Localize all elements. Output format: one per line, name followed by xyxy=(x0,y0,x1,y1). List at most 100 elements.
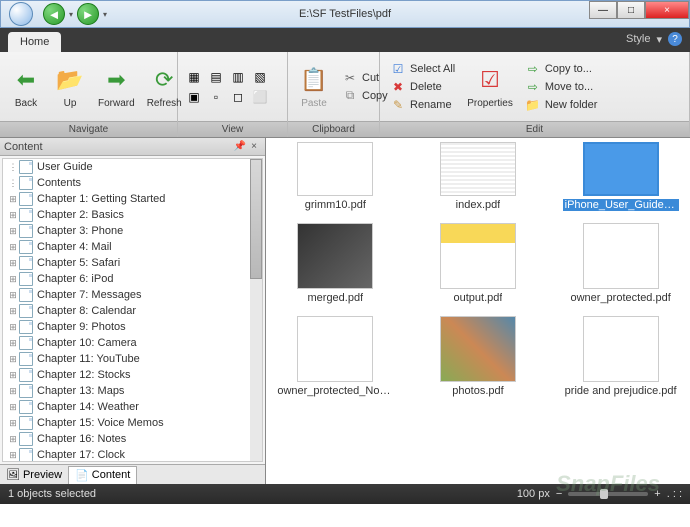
file-item[interactable]: index.pdf xyxy=(420,142,536,211)
help-icon[interactable]: ? xyxy=(668,32,682,46)
tree-expand-icon[interactable]: ⊞ xyxy=(7,226,19,237)
style-dropdown-icon[interactable]: ▾ xyxy=(656,33,662,46)
tree-expand-icon[interactable]: ⊞ xyxy=(7,258,19,269)
page-icon xyxy=(19,224,33,238)
view-large-button[interactable]: ⬜ xyxy=(250,87,270,107)
rename-button[interactable]: ✎ Rename xyxy=(386,96,459,114)
view-details-button[interactable]: ▧ xyxy=(250,67,270,87)
file-thumbnail xyxy=(583,223,659,289)
back-button[interactable]: ⬅ Back xyxy=(6,62,46,111)
tree-item[interactable]: ⊞Chapter 1: Getting Started xyxy=(3,191,250,207)
tree-expand-icon[interactable]: ⊞ xyxy=(7,434,19,445)
tree-scroll-thumb[interactable] xyxy=(250,159,262,279)
navigate-group-label: Navigate xyxy=(0,121,177,137)
tree-item[interactable]: ⊞Chapter 11: YouTube xyxy=(3,351,250,367)
close-button[interactable]: × xyxy=(645,1,689,19)
content-tree[interactable]: ⋮User Guide⋮Contents⊞Chapter 1: Getting … xyxy=(2,158,263,462)
tree-expand-icon[interactable]: ⊞ xyxy=(7,338,19,349)
tree-expand-icon[interactable]: ⊞ xyxy=(7,274,19,285)
view-list-button[interactable]: ▥ xyxy=(228,67,248,87)
file-item[interactable]: photos.pdf xyxy=(420,316,536,397)
delete-button[interactable]: ✖ Delete xyxy=(386,78,459,96)
tree-item[interactable]: ⊞Chapter 15: Voice Memos xyxy=(3,415,250,431)
minimize-button[interactable]: — xyxy=(589,1,617,19)
view-medium-button[interactable]: ◻ xyxy=(228,87,248,107)
tree-expand-icon[interactable]: ⊞ xyxy=(7,306,19,317)
file-grid[interactable]: grimm10.pdf index.pdf iPhone_User_Guide.pd… xyxy=(266,138,690,484)
file-thumbnail xyxy=(440,142,516,196)
tab-bar: Home Style ▾ ? xyxy=(0,28,690,52)
file-item[interactable]: output.pdf xyxy=(420,223,536,304)
tree-expand-icon[interactable]: ⊞ xyxy=(7,386,19,397)
view-thumb-button[interactable]: ▣ xyxy=(184,87,204,107)
rename-icon: ✎ xyxy=(390,97,406,113)
preview-tab[interactable]: 🖼 Preview xyxy=(0,466,68,483)
file-item[interactable]: pride and prejudice.pdf xyxy=(563,316,679,397)
tree-expand-icon[interactable]: ⊞ xyxy=(7,418,19,429)
tree-item[interactable]: ⊞Chapter 17: Clock xyxy=(3,447,250,462)
tree-expand-icon[interactable]: ⊞ xyxy=(7,210,19,221)
tree-expand-icon[interactable]: ⊞ xyxy=(7,194,19,205)
select-all-button[interactable]: ☑ Select All xyxy=(386,60,459,78)
file-thumbnail xyxy=(440,316,516,382)
forward-button[interactable]: ➡ Forward xyxy=(94,62,139,111)
tree-expand-icon[interactable]: ⊞ xyxy=(7,402,19,413)
tree-item[interactable]: ⊞Chapter 4: Mail xyxy=(3,239,250,255)
select-all-icon: ☑ xyxy=(390,61,406,77)
up-button[interactable]: 📂 Up xyxy=(50,62,90,111)
nav-back-dropdown[interactable]: ▾ xyxy=(69,10,73,19)
refresh-icon: ⟳ xyxy=(148,64,180,96)
tab-home[interactable]: Home xyxy=(8,32,61,52)
tree-item[interactable]: ⊞Chapter 3: Phone xyxy=(3,223,250,239)
file-item[interactable]: iPhone_User_Guide.pdf xyxy=(563,142,679,211)
refresh-label: Refresh xyxy=(147,98,182,109)
zoom-in-icon[interactable]: + xyxy=(654,488,660,500)
zoom-slider[interactable] xyxy=(568,492,648,496)
copy-to-button[interactable]: ⇨ Copy to... xyxy=(521,60,602,78)
tree-item[interactable]: ⊞ Chapter 12: Stocks xyxy=(3,367,250,383)
zoom-slider-thumb[interactable] xyxy=(600,489,608,499)
nav-forward-dropdown[interactable]: ▾ xyxy=(103,10,107,19)
view-tiles-button[interactable]: ▤ xyxy=(206,67,226,87)
zoom-control[interactable]: 100 px − + . : : xyxy=(517,488,682,500)
tree-expand-icon[interactable]: ⊞ xyxy=(7,242,19,253)
tree-item[interactable]: ⊞Chapter 10: Camera xyxy=(3,335,250,351)
tree-expand-icon[interactable]: ⊞ xyxy=(7,450,19,461)
panel-pin-icon[interactable]: 📌 xyxy=(233,140,247,154)
tree-item[interactable]: ⊞Chapter 14: Weather xyxy=(3,399,250,415)
tree-item[interactable]: ⊞Chapter 13: Maps xyxy=(3,383,250,399)
maximize-button[interactable]: □ xyxy=(617,1,645,19)
tree-expand-icon[interactable]: ⊞ xyxy=(7,354,19,365)
tree-item[interactable]: ⊞Chapter 5: Safari xyxy=(3,255,250,271)
tree-expand-icon[interactable]: ⊞ xyxy=(7,290,19,301)
content-panel: Content 📌 × ⋮User Guide⋮Contents⊞Chapter… xyxy=(0,138,266,484)
new-folder-button[interactable]: 📁 New folder xyxy=(521,96,602,114)
nav-back-button[interactable]: ◄ xyxy=(43,3,65,25)
file-item[interactable]: owner_protected.pdf xyxy=(563,223,679,304)
tree-item[interactable]: ⊞Chapter 2: Basics xyxy=(3,207,250,223)
file-item[interactable]: owner_protected_NoRes... xyxy=(277,316,393,397)
tree-item-label: Chapter 12: Stocks xyxy=(37,369,131,381)
tree-item[interactable]: ⊞Chapter 7: Messages xyxy=(3,287,250,303)
nav-forward-button[interactable]: ► xyxy=(77,3,99,25)
properties-button[interactable]: ☑ Properties xyxy=(463,62,517,111)
tree-scrollbar[interactable] xyxy=(250,159,262,461)
content-tab[interactable]: 📄 Content xyxy=(68,466,137,484)
view-small-button[interactable]: ▫ xyxy=(206,87,226,107)
tree-item[interactable]: ⋮Contents xyxy=(3,175,250,191)
tree-expand-icon[interactable]: ⊞ xyxy=(7,370,19,381)
tree-item[interactable]: ⊞Chapter 6: iPod xyxy=(3,271,250,287)
style-menu[interactable]: Style xyxy=(626,33,650,45)
view-icons-button[interactable]: ▦ xyxy=(184,67,204,87)
move-to-button[interactable]: ⇨ Move to... xyxy=(521,78,602,96)
title-bar: ◄ ▾ ► ▾ E:\SF TestFiles\pdf — □ × xyxy=(0,0,690,28)
tree-item[interactable]: ⊞Chapter 8: Calendar xyxy=(3,303,250,319)
tree-item[interactable]: ⊞Chapter 9: Photos xyxy=(3,319,250,335)
file-item[interactable]: grimm10.pdf xyxy=(277,142,393,211)
tree-expand-icon[interactable]: ⊞ xyxy=(7,322,19,333)
tree-item[interactable]: ⊞Chapter 16: Notes xyxy=(3,431,250,447)
zoom-out-icon[interactable]: − xyxy=(556,488,562,500)
file-item[interactable]: merged.pdf xyxy=(277,223,393,304)
tree-item[interactable]: ⋮User Guide xyxy=(3,159,250,175)
panel-close-icon[interactable]: × xyxy=(247,140,261,154)
